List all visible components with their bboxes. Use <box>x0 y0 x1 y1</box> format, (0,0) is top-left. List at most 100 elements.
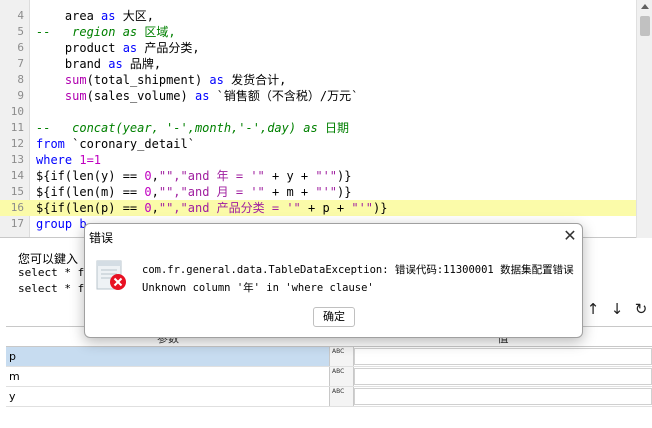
code-token: from <box>36 137 65 151</box>
ok-button[interactable]: 确定 <box>313 307 355 327</box>
code-line[interactable]: 14 ${if(len(y) == 0,"","and 年 = '" + y + … <box>0 168 636 184</box>
scrollbar-thumb[interactable] <box>640 16 650 36</box>
hint-text: 您可以鍵入 <box>18 252 79 266</box>
scroll-up-arrow-icon[interactable] <box>641 4 649 9</box>
code-token: `coronary_detail` <box>64 137 195 151</box>
line-number: 12 <box>10 137 24 150</box>
code-token: 0 <box>144 169 152 183</box>
code-token: as <box>101 9 116 23</box>
code-token: + y + <box>264 169 316 183</box>
code-line[interactable]: 8 sum(total_shipment) as 发货合计, <box>0 72 636 88</box>
dialog-title: 错误 <box>89 231 114 245</box>
code-line[interactable]: 15 ${if(len(m) == 0,"","and 月 = '" + m + … <box>0 184 636 200</box>
code-token: as <box>108 57 123 71</box>
code-token: product <box>36 41 123 55</box>
code-token: sum <box>64 89 87 103</box>
code-token: "'" <box>351 201 374 215</box>
code-token: "'" <box>315 169 338 183</box>
code-token: (sales_volume) <box>86 89 195 103</box>
code-token: "","and 年 = '" <box>158 169 265 183</box>
code-token: + m + <box>264 185 316 199</box>
sql-editor[interactable]: 4 area as 大区, 5 -- region as 区域, 6 product … <box>0 0 636 238</box>
line-number: 8 <box>17 73 24 86</box>
param-name-cell[interactable]: y <box>6 387 330 406</box>
error-message-line: com.fr.general.data.TableDataException: … <box>142 264 574 276</box>
code-token: sum <box>64 73 87 87</box>
line-number: 4 <box>17 9 24 22</box>
code-line[interactable]: 10 <box>0 104 636 120</box>
code-text: sum(sales_volume) as `销售额（不含税）/万元` <box>36 88 358 104</box>
line-number: 13 <box>10 153 24 166</box>
code-line[interactable]: 4 area as 大区, <box>0 8 636 24</box>
line-number: 15 <box>10 185 24 198</box>
code-text: ${if(len(m) == 0,"","and 月 = '" + m + "'… <box>36 184 351 200</box>
line-number: 10 <box>10 105 24 118</box>
code-token: as <box>122 41 138 55</box>
code-token: "","and 产品分类 = '" <box>158 201 301 215</box>
code-token: "'" <box>315 185 338 199</box>
code-token: , <box>151 185 159 199</box>
code-token: 0 <box>144 201 152 215</box>
code-token: )} <box>337 185 352 199</box>
code-token: -- region as <box>36 25 145 39</box>
code-token: 大区, <box>115 9 154 23</box>
code-line[interactable]: 13 where 1=1 <box>0 152 636 168</box>
code-text: ${if(len(y) == 0,"","and 年 = '" + y + "'… <box>36 168 351 184</box>
table-row[interactable]: y ABC <box>6 387 652 407</box>
code-token: ${if(len(p) == <box>36 201 145 215</box>
code-text: area as 大区, <box>36 8 154 24</box>
code-text: -- concat(year, '-',month,'-',day) as 日期 <box>36 120 349 136</box>
code-token: 0 <box>144 185 152 199</box>
code-token: area <box>36 9 102 23</box>
parameter-grid: 参数 值 p ABC m ABC y ABC <box>6 326 652 428</box>
code-text: sum(total_shipment) as 发货合计, <box>36 72 286 88</box>
line-number: 5 <box>17 25 24 38</box>
code-text: brand as 品牌, <box>36 56 161 72</box>
table-row[interactable]: p ABC <box>6 347 652 367</box>
sql-preview-line: select * fr <box>18 266 91 279</box>
type-string-icon[interactable]: ABC <box>330 367 354 386</box>
code-line[interactable]: 6 product as 产品分类, <box>0 40 636 56</box>
code-text: product as 产品分类, <box>36 40 200 56</box>
line-number: 9 <box>17 89 24 102</box>
code-line[interactable]: 9 sum(sales_volume) as `销售额（不含税）/万元` <box>0 88 636 104</box>
code-line[interactable]: 11 -- concat(year, '-',month,'-',day) as … <box>0 120 636 136</box>
param-name-cell[interactable]: p <box>6 347 330 366</box>
close-icon[interactable]: ✕ <box>559 225 581 247</box>
code-token: 日期 <box>324 121 349 135</box>
code-token: as <box>209 73 224 87</box>
code-text: group b <box>36 216 87 232</box>
code-line[interactable]: 7 brand as 品牌, <box>0 56 636 72</box>
code-token: where <box>36 153 73 167</box>
type-string-icon[interactable]: ABC <box>330 387 354 406</box>
code-token: ${if(len(y) == <box>36 169 145 183</box>
code-line[interactable]: 12 from `coronary_detail` <box>0 136 636 152</box>
type-string-icon[interactable]: ABC <box>330 347 354 366</box>
code-token: as <box>194 89 210 103</box>
error-detail-line: Unknown column '年' in 'where clause' <box>142 282 374 294</box>
code-token: 发货合计, <box>223 73 287 87</box>
move-down-icon[interactable]: ↓ <box>609 300 625 318</box>
refresh-icon[interactable]: ↻ <box>633 300 649 318</box>
code-token: ${if(len(m) == <box>36 185 145 199</box>
param-value-field[interactable] <box>354 368 652 385</box>
table-row[interactable]: m ABC <box>6 367 652 387</box>
line-number: 14 <box>10 169 24 182</box>
code-token: 产品分类, <box>137 41 200 55</box>
param-name-cell[interactable]: m <box>6 367 330 386</box>
code-line[interactable]: 5 -- region as 区域, <box>0 24 636 40</box>
code-line[interactable]: 16 ${if(len(p) == 0,"","and 产品分类 = '" + p… <box>0 200 636 216</box>
line-number: 11 <box>10 121 24 134</box>
line-number: 6 <box>17 41 24 54</box>
code-token: group b <box>36 217 87 231</box>
code-text: where 1=1 <box>36 152 101 168</box>
param-value-field[interactable] <box>354 388 652 405</box>
code-token: "","and 月 = '" <box>158 185 265 199</box>
line-number: 7 <box>17 57 24 70</box>
editor-vertical-scrollbar[interactable] <box>636 0 652 238</box>
param-value-field[interactable] <box>354 348 652 365</box>
code-token: )} <box>337 169 352 183</box>
code-token: , <box>151 201 159 215</box>
move-up-icon[interactable]: ↑ <box>585 300 601 318</box>
